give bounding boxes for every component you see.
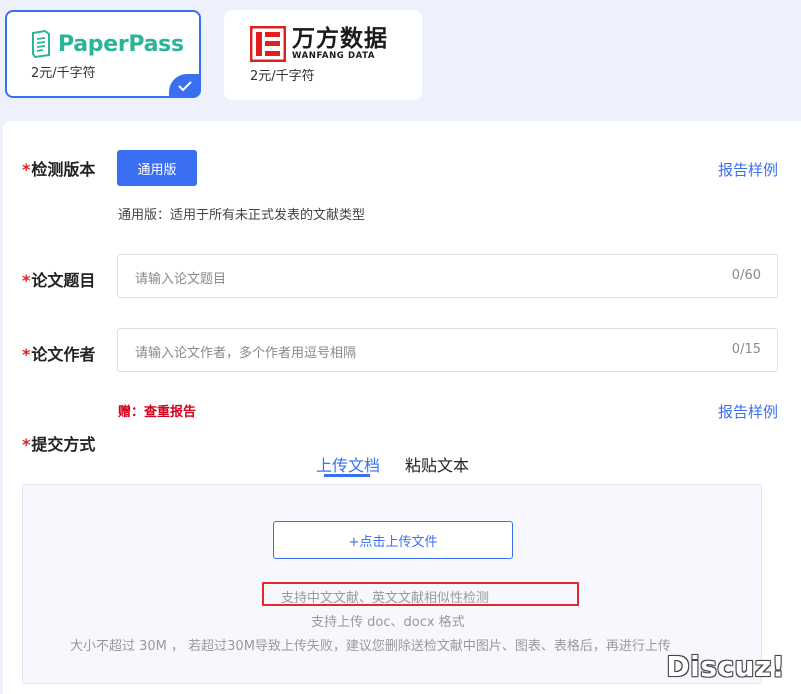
title-label: *论文题目 (22, 271, 96, 290)
version-label: *检测版本 (22, 160, 96, 179)
title-input-placeholder: 请输入论文题目 (135, 272, 227, 287)
paperpass-logo-text: PaperPass (58, 31, 184, 57)
check-icon (178, 81, 192, 92)
wanfang-square-icon (250, 26, 286, 62)
upload-hint-format: 支持上传 doc、docx 格式 (311, 615, 465, 630)
paperpass-doc-icon (32, 30, 50, 58)
author-label: *论文作者 (22, 345, 96, 364)
submit-method-label: *提交方式 (22, 435, 96, 454)
wanfang-price: 2元/千字符 (250, 69, 315, 84)
product-card-paperpass[interactable]: PaperPass 2元/千字符 (5, 10, 201, 98)
gift-report-note: 赠：查重报告 (118, 405, 197, 420)
upload-file-button[interactable]: +点击上传文件 (273, 521, 513, 559)
highlight-annotation-box (262, 582, 579, 606)
author-input[interactable]: 请输入论文作者，多个作者用逗号相隔 0/15 (117, 328, 778, 372)
tab-paste-text[interactable]: 粘贴文本 (405, 452, 469, 476)
required-mark: * (22, 271, 31, 290)
paperpass-logo: PaperPass (30, 30, 184, 58)
author-input-placeholder: 请输入论文作者，多个作者用逗号相隔 (135, 346, 357, 361)
title-input[interactable]: 请输入论文题目 0/60 (117, 254, 778, 298)
wanfang-logo-en: WANFANG DATA (292, 51, 376, 61)
required-mark: * (22, 160, 31, 179)
active-tab-indicator (324, 474, 370, 477)
version-description: 通用版：适用于所有未正式发表的文献类型 (118, 208, 366, 223)
product-card-wanfang[interactable]: 万方数据 WANFANG DATA 2元/千字符 (224, 10, 422, 100)
required-mark: * (22, 345, 31, 364)
required-mark: * (22, 435, 31, 454)
wanfang-logo: 万方数据 WANFANG DATA (250, 26, 388, 62)
title-char-counter: 0/60 (731, 268, 761, 283)
report-sample-link-2[interactable]: 报告样例 (718, 401, 778, 422)
author-char-counter: 0/15 (731, 342, 761, 357)
upload-hint-size: 大小不超过 30M ， 若超过30M导致上传失败，建议您删除送检文献中图片、图表… (70, 639, 671, 654)
discuz-watermark: Discuz! (666, 650, 785, 683)
version-general-button[interactable]: 通用版 (117, 150, 197, 186)
selected-check-badge (169, 74, 201, 98)
report-sample-link[interactable]: 报告样例 (718, 159, 778, 180)
paperpass-price: 2元/千字符 (31, 66, 96, 81)
wanfang-logo-cn: 万方数据 (292, 26, 388, 52)
tab-upload-document[interactable]: 上传文档 (316, 452, 380, 476)
